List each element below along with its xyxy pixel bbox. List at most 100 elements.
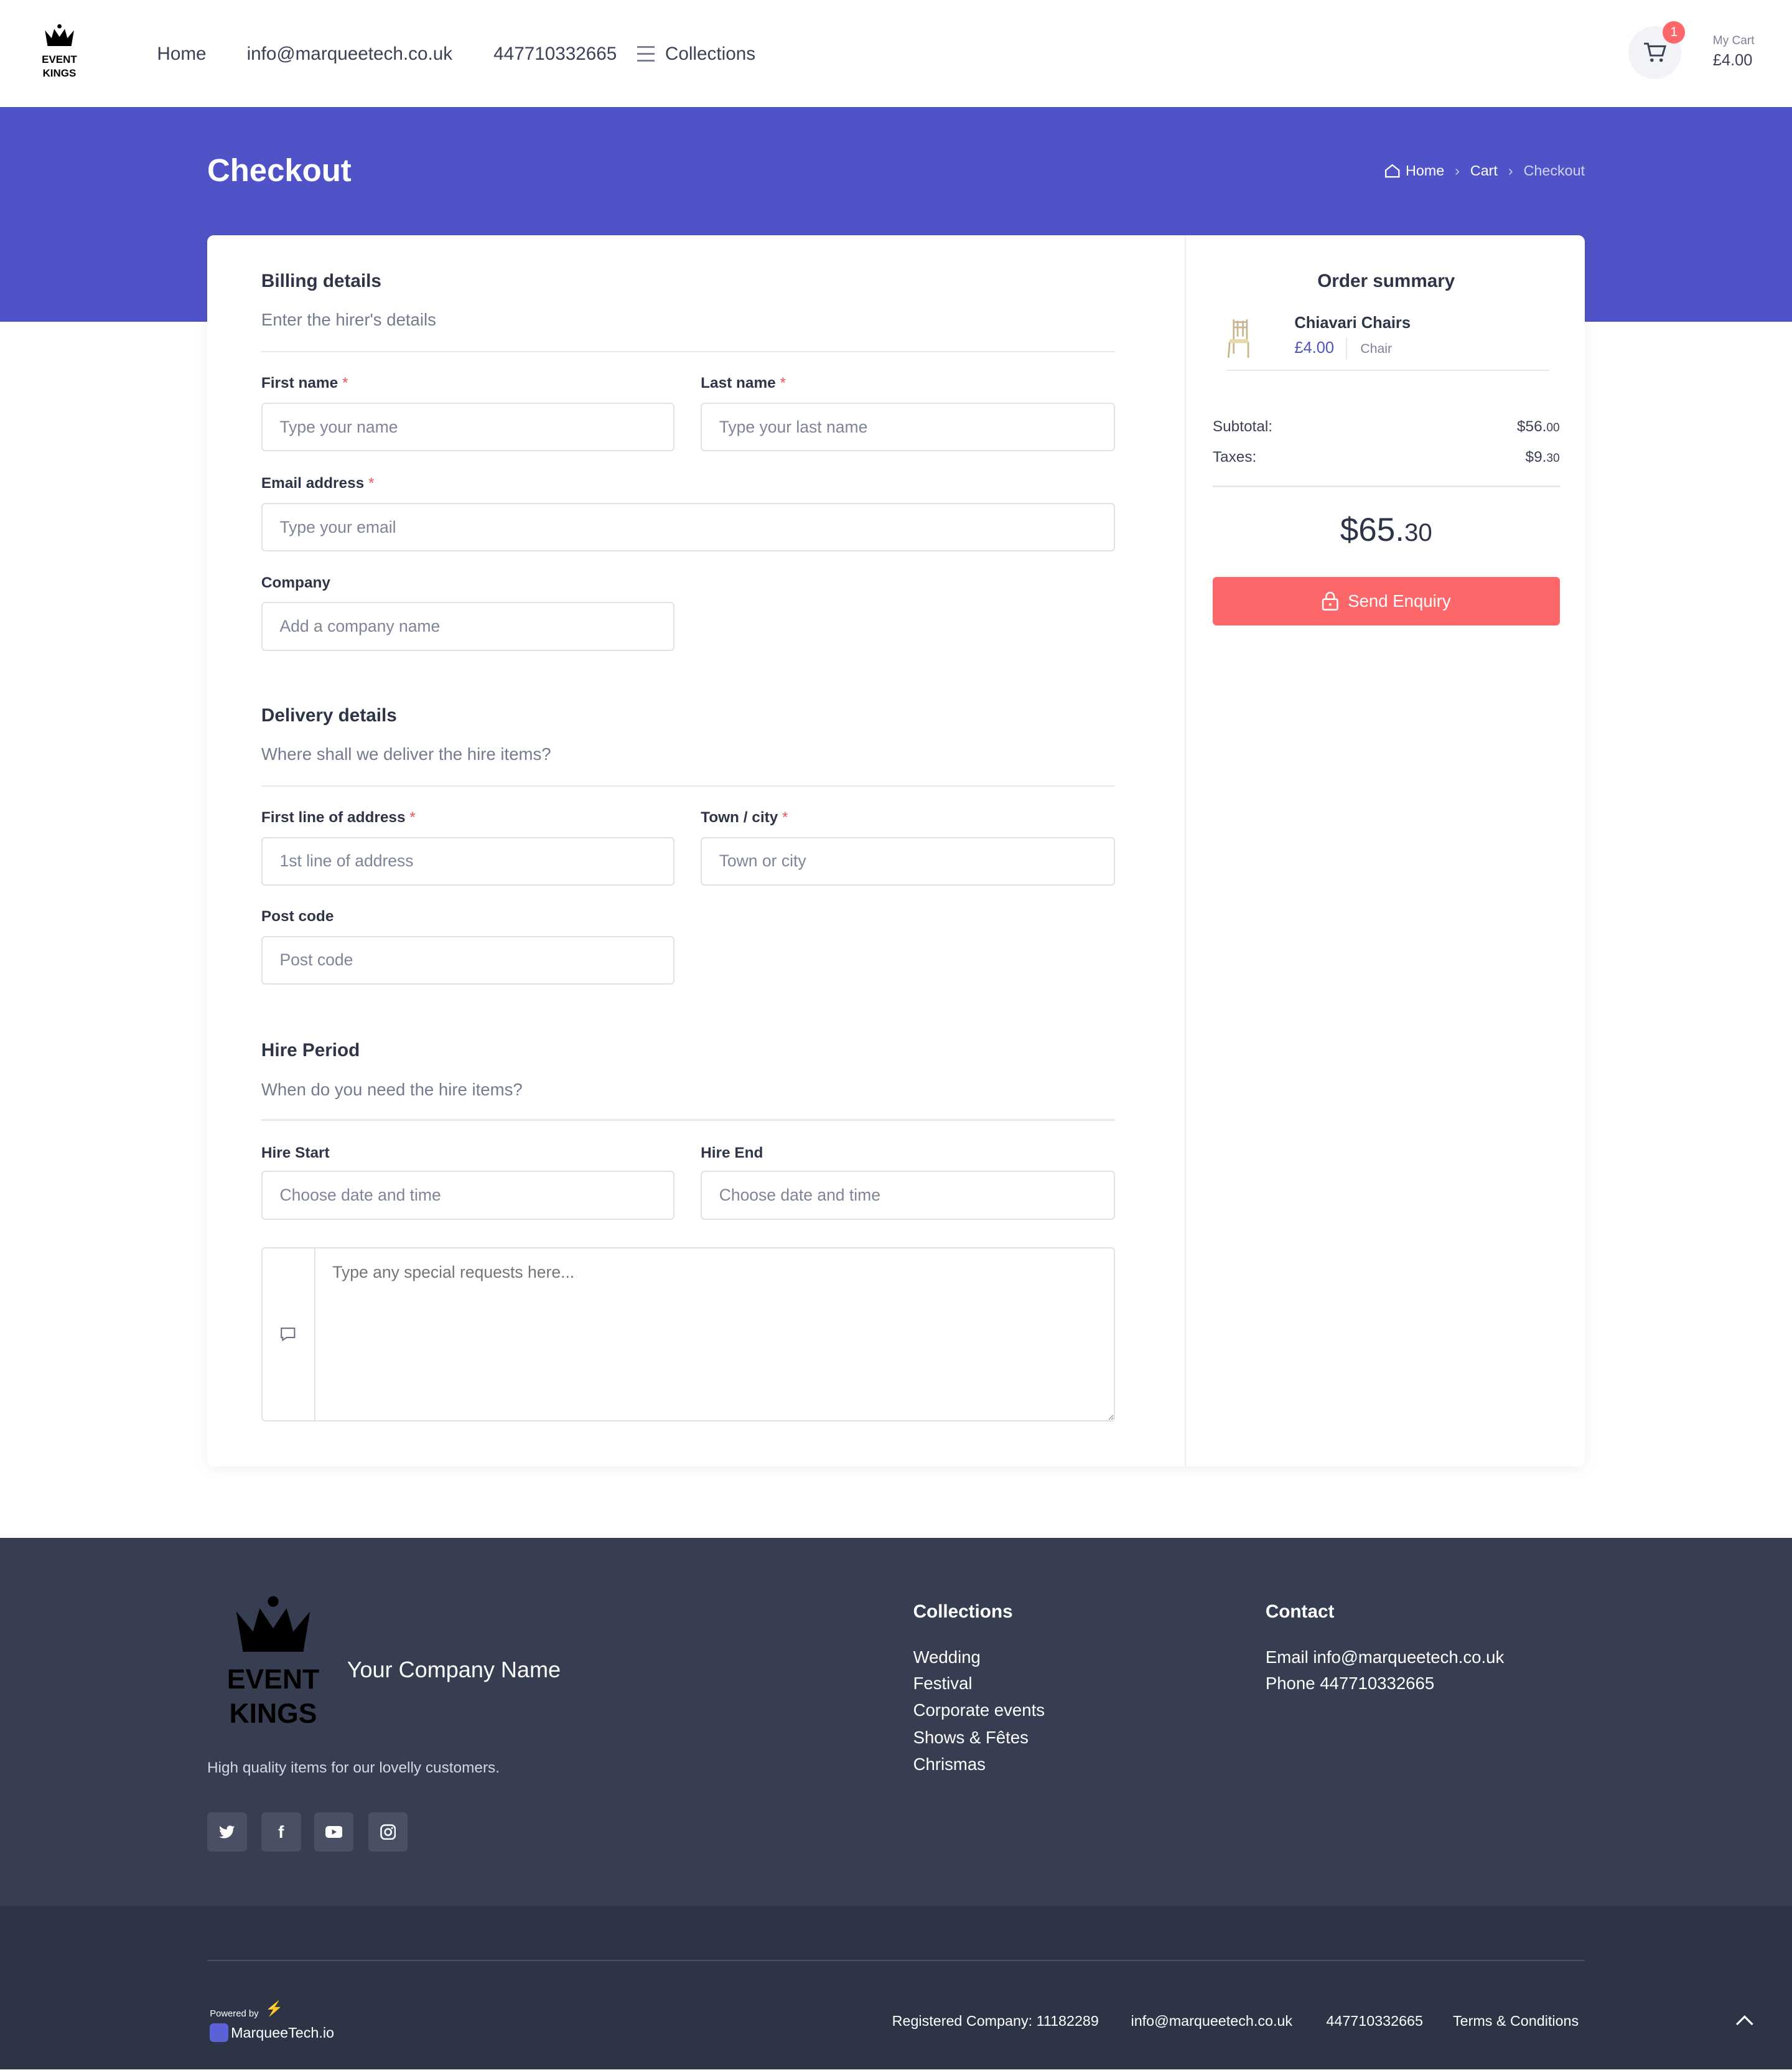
order-total: $65.30 xyxy=(1340,511,1432,548)
item-name[interactable]: Chiavari Chairs xyxy=(1294,314,1411,332)
cart-total: £4.00 xyxy=(1712,51,1753,69)
checkout-card: Billing details Enter the hirer's detail… xyxy=(207,235,1585,1467)
marqueetech-logo-icon xyxy=(210,2023,228,2042)
postcode-label: Post code xyxy=(261,908,334,925)
breadcrumb-current: Checkout xyxy=(1523,162,1585,179)
email-label: Email address * xyxy=(261,475,375,492)
billing-title: Billing details xyxy=(261,270,381,291)
divider xyxy=(207,1960,1585,1962)
subtotal-value: $56.00 xyxy=(1516,418,1560,436)
chevron-right-icon: › xyxy=(1508,162,1513,179)
company-input[interactable] xyxy=(261,602,674,651)
divider xyxy=(261,785,1116,787)
collection-link[interactable]: Corporate events xyxy=(913,1700,1045,1720)
page-title: Checkout xyxy=(207,152,352,188)
contact-email[interactable]: Email info@marqueetech.co.uk xyxy=(1266,1647,1504,1667)
footer: EVENT KINGS Your Company Name High quali… xyxy=(0,1537,1792,1906)
logo[interactable]: EVENT KINGS xyxy=(37,24,82,80)
footer-bottom: Powered by ⚡ MarqueeTech.io Registered C… xyxy=(0,1906,1792,2070)
taxes-label: Taxes: xyxy=(1212,449,1257,466)
item-price: £4.00 xyxy=(1294,339,1334,357)
youtube-button[interactable] xyxy=(314,1812,354,1852)
comment-icon-box xyxy=(263,1248,315,1420)
last-name-input[interactable] xyxy=(701,402,1116,452)
billing-subtitle: Enter the hirer's details xyxy=(261,310,436,330)
cart-badge: 1 xyxy=(1663,21,1686,44)
hire-start-label: Hire Start xyxy=(261,1144,330,1161)
marqueetech-link[interactable]: MarqueeTech.io xyxy=(210,2023,334,2042)
cart-icon xyxy=(1644,42,1667,62)
postcode-input[interactable] xyxy=(261,935,674,985)
twitter-icon xyxy=(219,1825,235,1838)
email-input[interactable] xyxy=(261,503,1116,552)
divider xyxy=(1346,337,1348,359)
divider xyxy=(261,351,1116,353)
first-name-input[interactable] xyxy=(261,402,674,452)
bottom-email-link[interactable]: info@marqueetech.co.uk xyxy=(1131,2013,1293,2030)
contact-title: Contact xyxy=(1265,1601,1335,1622)
collection-link[interactable]: Shows & Fêtes xyxy=(913,1728,1029,1748)
crown-icon xyxy=(45,24,74,47)
nav-collections[interactable]: Collections xyxy=(665,44,755,65)
footer-company-name: Your Company Name xyxy=(347,1656,561,1682)
contact-phone[interactable]: Phone 447710332665 xyxy=(1266,1674,1434,1693)
collection-link[interactable]: Wedding xyxy=(913,1647,981,1667)
bolt-icon: ⚡ xyxy=(265,2000,284,2016)
breadcrumb-home[interactable]: Home xyxy=(1406,162,1444,179)
address-label: First line of address * xyxy=(261,809,416,827)
footer-logo: EVENT KINGS xyxy=(215,1593,332,1731)
crown-icon xyxy=(236,1596,310,1652)
first-name-label: First name * xyxy=(261,375,348,392)
delivery-subtitle: Where shall we deliver the hire items? xyxy=(261,744,551,764)
subtotal-label: Subtotal: xyxy=(1212,418,1273,436)
header: EVENT KINGS Home info@marqueetech.co.uk … xyxy=(0,0,1792,108)
facebook-button[interactable]: f xyxy=(261,1812,301,1852)
order-summary: Order summary Chiavari Chairs £4.00 Chai… xyxy=(1185,235,1586,1467)
instagram-button[interactable] xyxy=(368,1812,408,1852)
twitter-button[interactable] xyxy=(207,1812,247,1852)
taxes-value: $9.30 xyxy=(1525,449,1560,466)
powered-by-label: Powered by xyxy=(210,2008,259,2019)
terms-link[interactable]: Terms & Conditions xyxy=(1453,2013,1579,2030)
footer-tagline: High quality items for our lovelly custo… xyxy=(207,1759,500,1776)
divider xyxy=(1212,485,1560,487)
scroll-top-icon[interactable] xyxy=(1735,2014,1754,2026)
nav-home[interactable]: Home xyxy=(157,44,206,65)
bottom-phone-link[interactable]: 447710332665 xyxy=(1326,2013,1423,2030)
chevron-right-icon: › xyxy=(1455,162,1460,179)
address-input[interactable] xyxy=(261,836,674,886)
chair-image xyxy=(1227,319,1249,358)
send-enquiry-button[interactable]: Send Enquiry xyxy=(1212,576,1560,626)
collection-link[interactable]: Chrismas xyxy=(913,1754,986,1774)
menu-icon[interactable] xyxy=(637,46,655,62)
nav-phone[interactable]: 447710332665 xyxy=(493,44,617,65)
home-icon xyxy=(1385,164,1400,178)
special-requests-textarea[interactable] xyxy=(315,1248,1114,1420)
instagram-icon xyxy=(380,1824,396,1840)
delivery-title: Delivery details xyxy=(261,705,397,726)
breadcrumb-cart[interactable]: Cart xyxy=(1470,162,1498,179)
last-name-label: Last name * xyxy=(701,375,786,392)
town-label: Town / city * xyxy=(701,809,788,827)
summary-title: Order summary xyxy=(1317,270,1455,291)
hire-subtitle: When do you need the hire items? xyxy=(261,1079,523,1099)
hire-start-input[interactable] xyxy=(261,1171,674,1220)
facebook-icon: f xyxy=(278,1822,284,1842)
hire-title: Hire Period xyxy=(261,1040,360,1061)
item-category: Chair xyxy=(1360,342,1393,357)
collection-link[interactable]: Festival xyxy=(913,1674,973,1693)
lock-icon xyxy=(1322,591,1338,611)
company-label: Company xyxy=(261,574,330,591)
hire-end-label: Hire End xyxy=(701,1144,763,1161)
town-input[interactable] xyxy=(701,836,1116,886)
hire-end-input[interactable] xyxy=(701,1171,1116,1220)
cart-label: My Cart xyxy=(1712,34,1755,48)
divider xyxy=(261,1119,1116,1121)
breadcrumb: Home › Cart › Checkout xyxy=(1384,162,1585,179)
comment-icon xyxy=(281,1328,296,1342)
youtube-icon xyxy=(325,1826,343,1838)
registered-company: Registered Company: 11182289 xyxy=(892,2013,1099,2030)
nav-email[interactable]: info@marqueetech.co.uk xyxy=(247,44,453,65)
collections-title: Collections xyxy=(913,1601,1013,1622)
divider xyxy=(1227,369,1549,371)
